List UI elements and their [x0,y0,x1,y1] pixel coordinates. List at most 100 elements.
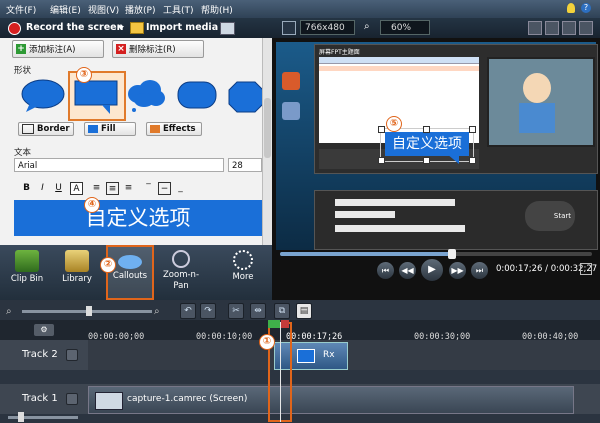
menu-play[interactable]: 播放(P) [125,3,155,16]
help-icon[interactable]: ? [581,3,591,13]
layout-icon[interactable] [220,22,235,35]
track-settings-gear-icon[interactable]: ⚙ [34,324,54,336]
fast-forward-icon[interactable]: ▶▶ [448,261,467,280]
rewind-icon[interactable]: ◀◀ [398,261,417,280]
import-media-button[interactable]: Import media [146,22,218,33]
resize-handle-tl[interactable] [378,126,385,133]
record-button[interactable]: Record the screen [26,22,123,33]
font-size-select[interactable]: 28 [228,158,262,172]
text-heading: 文本 [14,148,32,158]
scrub-thumb[interactable] [448,249,456,259]
border-button[interactable]: Border [18,122,74,136]
menu-help[interactable]: 帮助(H) [201,3,233,16]
record-dropdown-icon[interactable] [118,26,124,30]
font-name-select[interactable]: Arial [14,158,224,172]
tasks-tab-bar: Clip Bin Library Callouts Zoom-n-Pan Mor… [0,245,272,300]
captured-list-row [319,66,479,71]
pan-hand-icon[interactable] [545,21,559,35]
effects-button[interactable]: Effects [146,122,202,136]
resize-handle-top[interactable] [423,126,430,133]
scrub-progress [280,252,452,256]
tab-more-label: More [232,272,254,282]
tip-lightbulb-icon[interactable] [567,3,575,13]
zoom-in-icon[interactable]: ⌕ [154,306,160,317]
align-left-icon[interactable]: ≡ [90,182,103,195]
timeline-zoom-slider[interactable] [22,306,152,316]
callout-text-editor[interactable]: 自定义选项 [14,200,262,236]
zoom-select[interactable]: 60% [380,20,430,35]
play-button[interactable]: ▶ [420,258,444,282]
detach-icon[interactable] [562,21,576,35]
resize-handle-br[interactable] [469,157,476,164]
screen-capture-clip[interactable]: capture-1.camrec (Screen) [88,386,574,414]
paste-icon[interactable]: ▤ [296,303,312,319]
canvas-size-icon[interactable] [282,21,296,35]
rect-callout-shape [74,80,118,114]
menu-edit[interactable]: 编辑(E) [50,3,81,16]
menu-view[interactable]: 视图(V) [88,3,119,16]
menu-file[interactable]: 文件(F) [6,3,36,16]
italic-button[interactable]: I [36,182,49,195]
align-right-icon[interactable]: ≡ [122,182,135,195]
track-height-thumb[interactable] [18,412,24,422]
folder-icon [130,22,144,34]
dimensions-select[interactable]: 766x480 [300,20,355,35]
callout-clip-icon [297,349,315,363]
tab-clip-bin[interactable]: Clip Bin [2,245,52,300]
zoom-out-icon[interactable]: ⌕ [6,306,12,317]
panel-scrollbar[interactable] [262,38,272,245]
valign-bottom-icon[interactable]: _ [174,182,187,195]
crop-icon[interactable] [528,21,542,35]
fullscreen-preview-icon[interactable] [580,263,592,275]
tab-more[interactable]: More [218,245,268,300]
fill-button[interactable]: Fill [84,122,136,136]
playhead-start-handle[interactable] [268,320,280,328]
preview-callout[interactable]: 自定义选项 [385,132,469,156]
step-marker-4: ④ [84,197,100,213]
shape-octagon-callout[interactable] [225,78,265,114]
text-color-button[interactable]: A [70,182,83,195]
resize-handle-bl[interactable] [378,157,385,164]
shape-cloud-callout[interactable] [126,78,166,114]
resize-handle-bottom[interactable] [423,157,430,164]
delete-callout-button[interactable]: × 删除标注(R) [112,40,204,58]
captured-field-1 [335,199,455,206]
delete-callout-label: 删除标注(R) [129,45,176,55]
timeline-zoom-thumb[interactable] [86,306,92,316]
split-icon[interactable]: ⇹ [250,303,266,319]
go-to-start-icon[interactable]: ⏮ [376,261,395,280]
fullscreen-icon[interactable] [579,21,593,35]
captured-settings-panel: Start [314,190,598,250]
go-to-end-icon[interactable]: ⏭ [470,261,489,280]
cut-icon[interactable]: ✂ [228,303,244,319]
redo-icon[interactable]: ↷ [200,303,216,319]
callout-selection-box[interactable]: 自定义选项 [378,126,476,164]
track-height-slider[interactable] [8,412,78,422]
valign-middle-icon[interactable]: − [158,182,171,195]
playhead-line[interactable] [280,322,281,422]
copy-icon[interactable]: ⧉ [274,303,290,319]
tab-callouts[interactable]: Callouts [106,245,154,300]
valign-top-icon[interactable]: ‾ [142,182,155,195]
menu-tools[interactable]: 工具(T) [163,3,194,16]
track-2-lock-icon[interactable] [66,349,78,361]
library-icon [65,250,89,272]
shape-oval-callout[interactable] [20,78,66,114]
bold-button[interactable]: B [20,182,33,195]
menu-bar: 文件(F) 编辑(E) 视图(V) 播放(P) 工具(T) 帮助(H) ? [0,0,600,18]
tab-library[interactable]: Library [52,245,102,300]
playhead-end-handle[interactable] [281,320,289,328]
undo-icon[interactable]: ↶ [180,303,196,319]
track-1-lock-icon[interactable] [66,393,78,405]
panel-scrollbar-thumb[interactable] [264,98,271,158]
preview-canvas[interactable]: 屏幕FPT主题面 Start 自定义选项 [276,42,598,250]
align-center-icon[interactable]: ≡ [106,182,119,195]
add-callout-button[interactable]: + 添加标注(A) [12,40,104,58]
captured-start-button: Start [525,201,575,231]
underline-button[interactable]: U [52,182,65,195]
captured-window-title: 屏幕FPT主题面 [319,49,360,56]
resize-handle-tr[interactable] [469,126,476,133]
tab-zoom-n-pan[interactable]: Zoom-n-Pan [155,245,207,300]
shape-rounded-callout[interactable] [174,78,220,114]
preview-scrub-bar[interactable] [280,249,592,259]
